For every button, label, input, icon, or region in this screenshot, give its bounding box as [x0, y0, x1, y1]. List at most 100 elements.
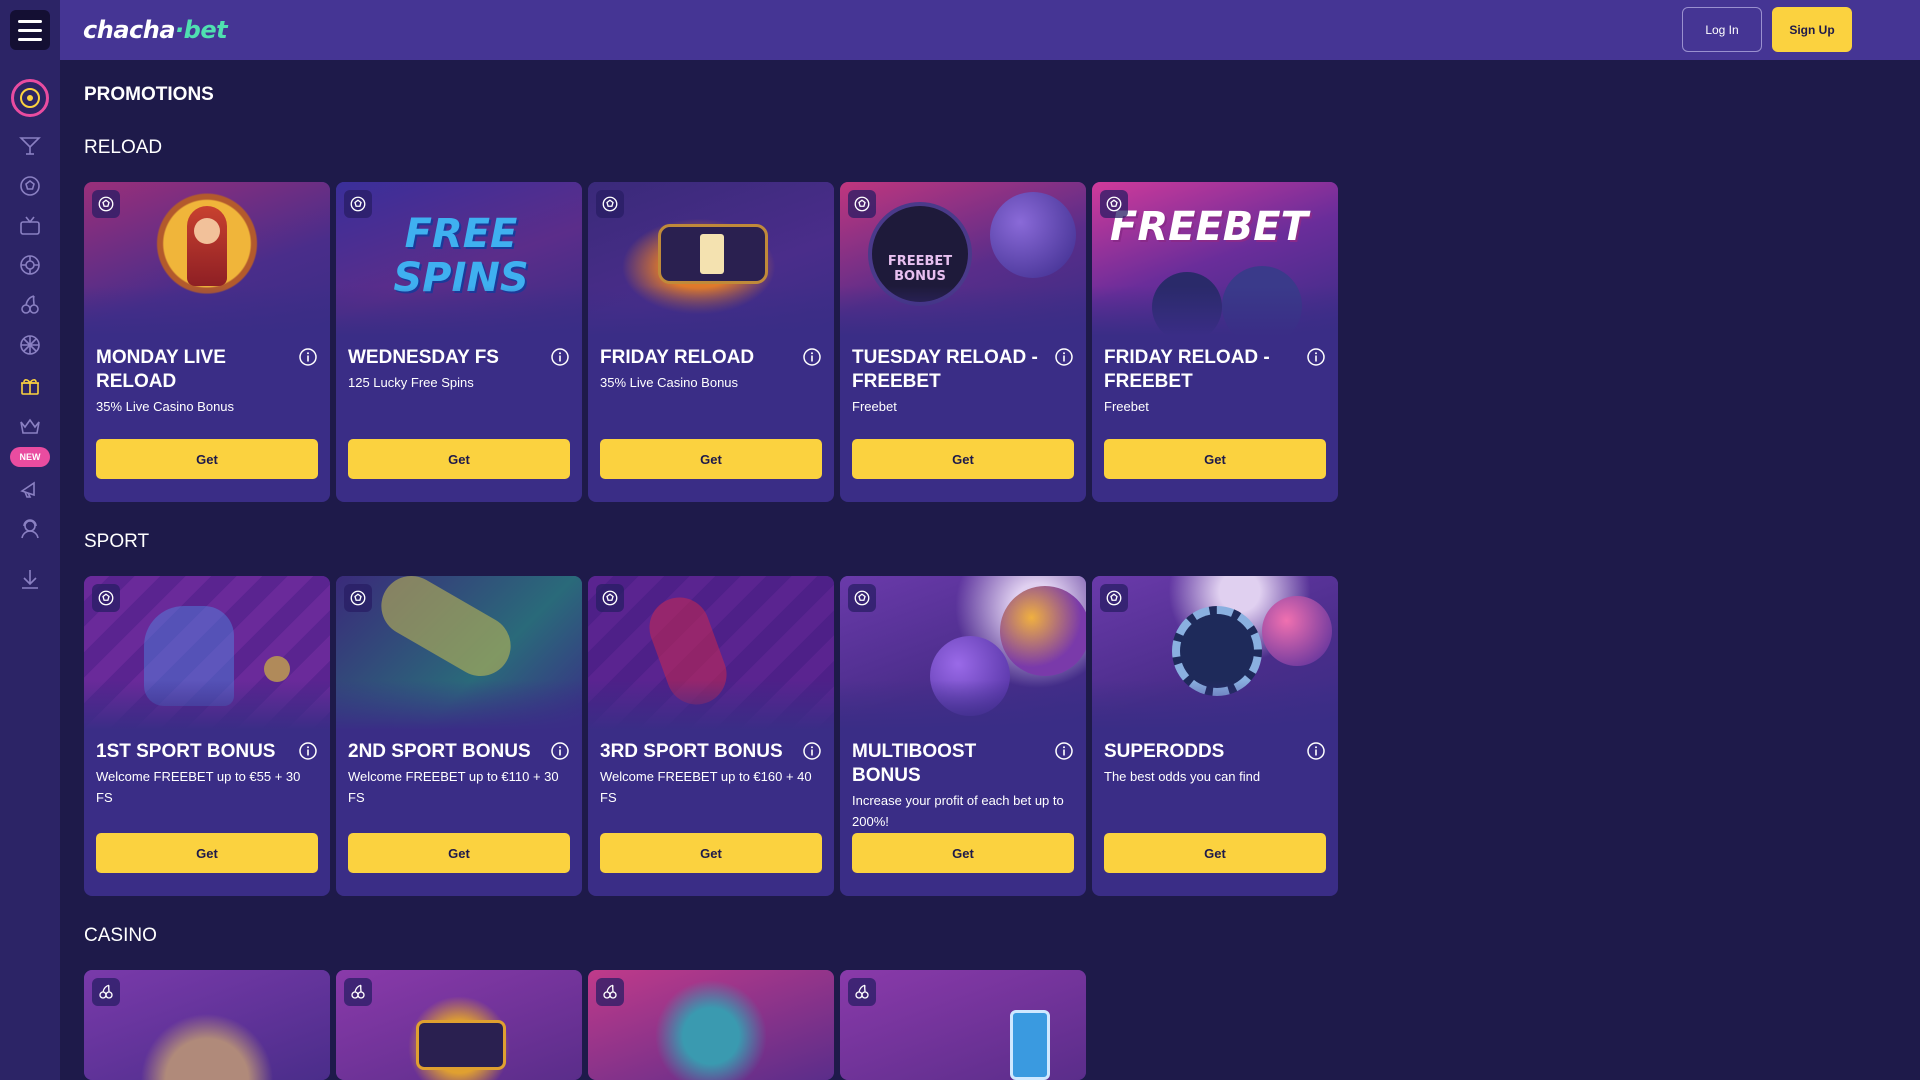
soccer-ball-icon [344, 190, 372, 218]
soccer-ball-icon[interactable] [0, 174, 60, 198]
target-icon[interactable] [11, 79, 49, 117]
promo-art-text: FREEBET [1110, 204, 1308, 250]
promo-image [840, 970, 1086, 1080]
promo-card: 1ST SPORT BONUS Welcome FREEBET up to €5… [84, 576, 330, 896]
get-button[interactable]: Get [96, 833, 318, 873]
casino-cards [84, 970, 1086, 1080]
promo-image [1092, 576, 1338, 730]
megaphone-icon[interactable] [0, 477, 60, 501]
cherries-icon [344, 978, 372, 1006]
soccer-ball-icon [344, 584, 372, 612]
get-button[interactable]: Get [1104, 439, 1326, 479]
top-bar: chacha·bet Log In Sign Up [60, 0, 1920, 60]
promo-subtitle: Freebet [1104, 399, 1149, 414]
cherries-icon [92, 978, 120, 1006]
main-content: PROMOTIONS RELOAD MONDAY LIVE RELOAD 35%… [84, 60, 1920, 1080]
promo-subtitle: 35% Live Casino Bonus [600, 375, 739, 390]
cocktail-icon[interactable] [0, 134, 60, 158]
promo-subtitle: Welcome FREEBET up to €160 + 40 FS [600, 769, 812, 805]
promo-subtitle: Welcome FREEBET up to €55 + 30 FS [96, 769, 301, 805]
logo[interactable]: chacha·bet [83, 16, 228, 44]
get-button[interactable]: Get [348, 833, 570, 873]
get-button[interactable]: Get [600, 833, 822, 873]
signup-button[interactable]: Sign Up [1772, 7, 1852, 52]
soccer-ball-icon [1100, 584, 1128, 612]
get-button[interactable]: Get [600, 439, 822, 479]
crown-icon[interactable] [0, 414, 60, 438]
login-button[interactable]: Log In [1682, 7, 1762, 52]
promo-subtitle: 125 Lucky Free Spins [348, 375, 474, 390]
live-tv-icon[interactable] [0, 214, 60, 238]
roulette-icon[interactable] [0, 253, 60, 277]
support-agent-icon[interactable] [0, 517, 60, 541]
get-button[interactable]: Get [852, 439, 1074, 479]
promo-card: MONDAY LIVE RELOAD 35% Live Casino Bonus… [84, 182, 330, 502]
promo-title: MULTIBOOST BONUS [852, 741, 977, 786]
sidebar: NEW [0, 0, 60, 1080]
info-icon[interactable] [1054, 741, 1074, 761]
promo-image [336, 576, 582, 730]
promo-subtitle: 35% Live Casino Bonus [96, 399, 235, 414]
gift-icon[interactable] [0, 374, 60, 398]
promo-image [84, 576, 330, 730]
promo-image [588, 182, 834, 336]
get-button[interactable]: Get [1104, 833, 1326, 873]
info-icon[interactable] [550, 741, 570, 761]
soccer-ball-icon [1100, 190, 1128, 218]
info-icon[interactable] [298, 741, 318, 761]
info-icon[interactable] [298, 347, 318, 367]
cherries-icon [596, 978, 624, 1006]
section-title-sport: SPORT [84, 531, 150, 552]
info-icon[interactable] [802, 347, 822, 367]
soccer-ball-icon [596, 190, 624, 218]
hamburger-menu-button[interactable] [10, 10, 50, 50]
info-icon[interactable] [1306, 347, 1326, 367]
cherries-icon[interactable] [0, 293, 60, 317]
promo-subtitle: Freebet [852, 399, 897, 414]
promo-image: FREE SPINS [336, 182, 582, 336]
promo-card: MULTIBOOST BONUS Increase your profit of… [840, 576, 1086, 896]
get-button[interactable]: Get [348, 439, 570, 479]
info-icon[interactable] [802, 741, 822, 761]
promo-title: 1ST SPORT BONUS [96, 741, 276, 762]
page-title: PROMOTIONS [84, 84, 214, 105]
soccer-ball-icon [848, 190, 876, 218]
soccer-ball-icon [92, 190, 120, 218]
cherries-icon [848, 978, 876, 1006]
wheel-icon[interactable] [0, 333, 60, 357]
promo-title: 2ND SPORT BONUS [348, 741, 531, 762]
info-icon[interactable] [550, 347, 570, 367]
get-button[interactable]: Get [96, 439, 318, 479]
promo-card: 3RD SPORT BONUS Welcome FREEBET up to €1… [588, 576, 834, 896]
promo-card [588, 970, 834, 1080]
promo-card: FRIDAY RELOAD 35% Live Casino Bonus Get [588, 182, 834, 502]
info-icon[interactable] [1306, 741, 1326, 761]
download-icon[interactable] [0, 567, 60, 591]
new-badge: NEW [10, 447, 50, 467]
section-title-reload: RELOAD [84, 137, 163, 158]
promo-card [840, 970, 1086, 1080]
promo-card [336, 970, 582, 1080]
promo-image [336, 970, 582, 1080]
promo-subtitle: Increase your profit of each bet up to 2… [852, 793, 1064, 829]
promo-image: FREEBET BONUS [840, 182, 1086, 336]
promo-title: TUESDAY RELOAD - FREEBET [852, 347, 1038, 392]
promo-image [84, 182, 330, 336]
promo-title: MONDAY LIVE RELOAD [96, 347, 226, 392]
promo-image [588, 970, 834, 1080]
soccer-ball-icon [92, 584, 120, 612]
promo-art-text: FREEBET BONUS [887, 254, 953, 284]
promo-card: SUPERODDS The best odds you can find Get [1092, 576, 1338, 896]
promo-image [84, 970, 330, 1080]
promo-image [840, 576, 1086, 730]
get-button[interactable]: Get [852, 833, 1074, 873]
promo-card: FREEBET BONUS TUESDAY RELOAD - FREEBET F… [840, 182, 1086, 502]
promo-subtitle: Welcome FREEBET up to €110 + 30 FS [348, 769, 559, 805]
promo-card: FREEBET FRIDAY RELOAD - FREEBET Freebet … [1092, 182, 1338, 502]
reload-cards: MONDAY LIVE RELOAD 35% Live Casino Bonus… [84, 182, 1338, 502]
section-title-casino: CASINO [84, 925, 157, 946]
info-icon[interactable] [1054, 347, 1074, 367]
promo-subtitle: The best odds you can find [1104, 769, 1261, 784]
promo-title: SUPERODDS [1104, 741, 1225, 762]
promo-card [84, 970, 330, 1080]
